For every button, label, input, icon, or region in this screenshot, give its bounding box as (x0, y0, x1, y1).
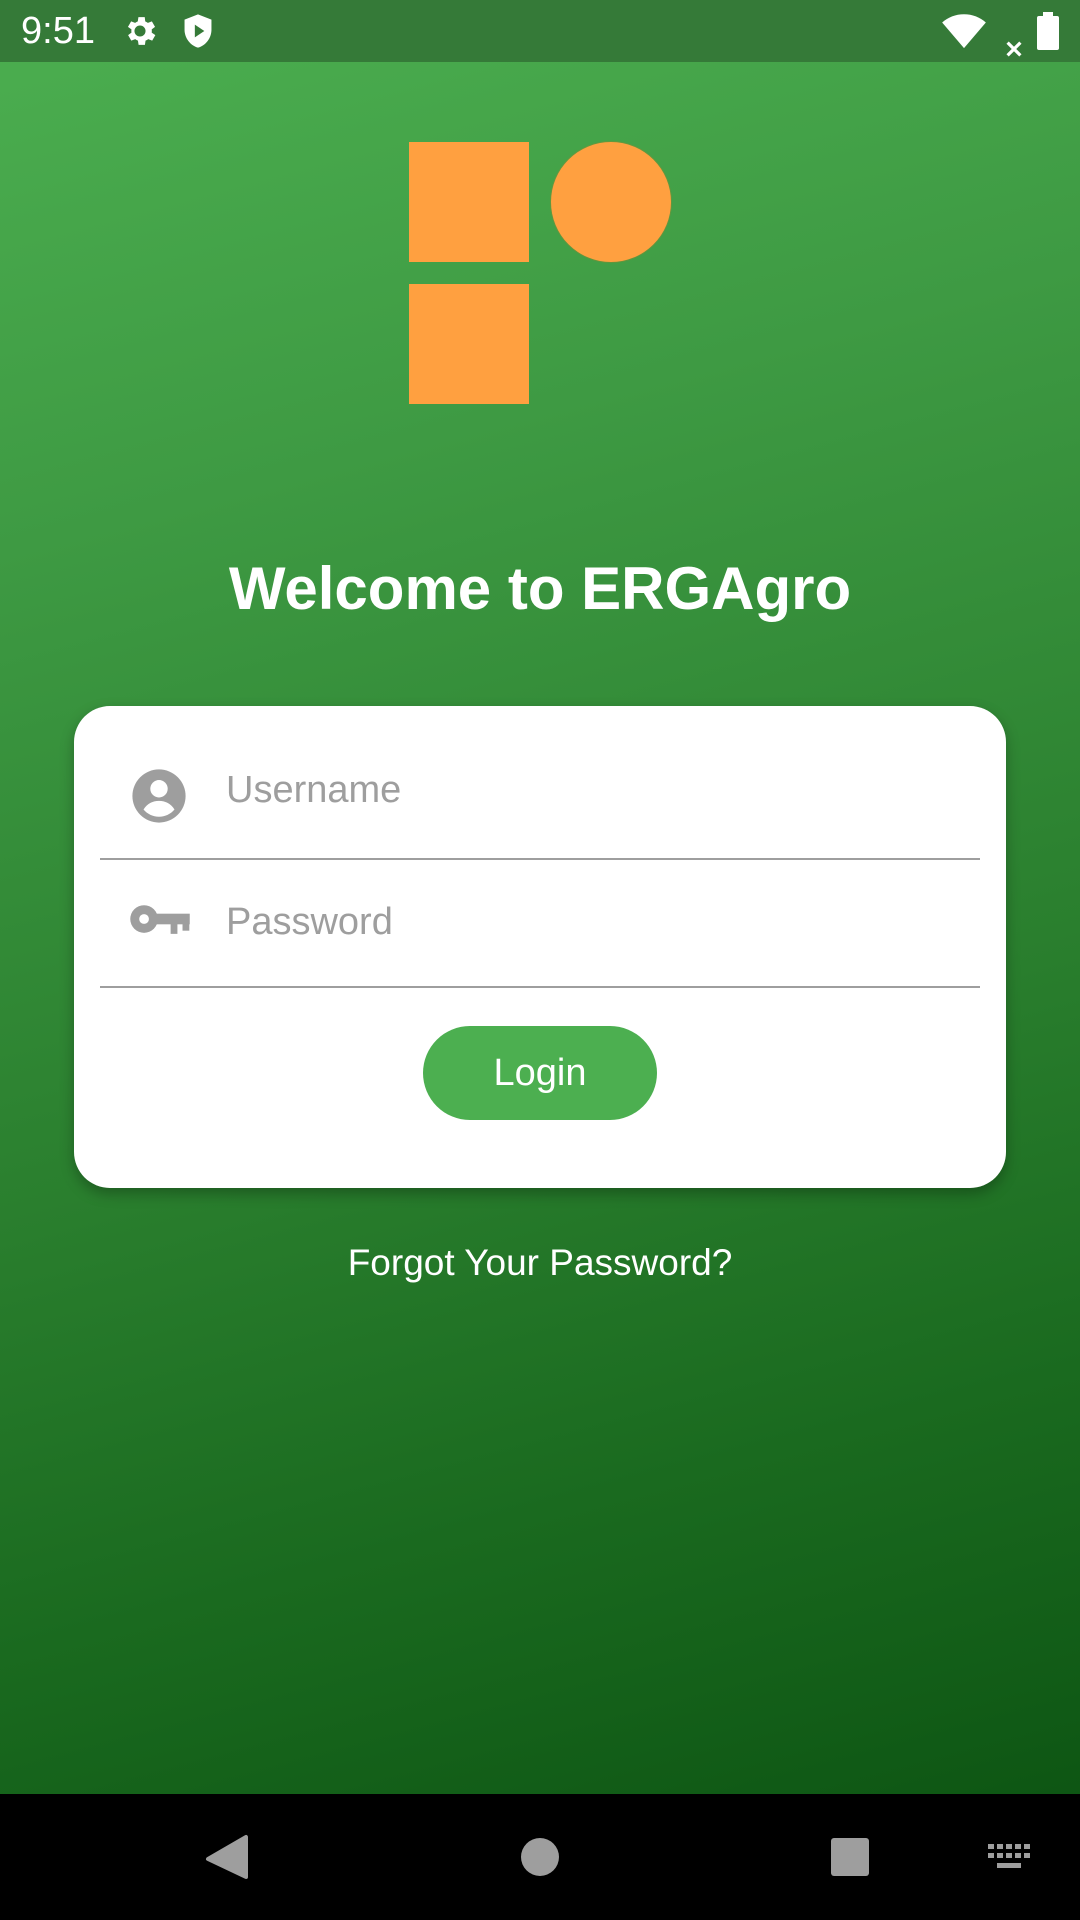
username-input[interactable] (226, 760, 946, 820)
account-circle-icon (132, 769, 186, 823)
password-input[interactable] (226, 892, 946, 952)
status-time: 9:51 (21, 10, 95, 52)
username-field (100, 706, 980, 860)
login-button[interactable]: Login (423, 1026, 657, 1120)
ergagro-logo (409, 142, 671, 404)
keyboard-icon (988, 1844, 1030, 1868)
logo-square-top (409, 142, 529, 262)
recents-icon (831, 1838, 869, 1876)
key-icon (130, 905, 190, 934)
home-icon (521, 1838, 559, 1876)
keyboard-button[interactable] (980, 1794, 1040, 1920)
password-field (100, 860, 980, 988)
shield-play-icon (184, 14, 212, 48)
login-card: Login (74, 706, 1006, 1188)
home-button[interactable] (502, 1794, 578, 1920)
no-signal-icon (1006, 41, 1022, 57)
wifi-icon (942, 14, 986, 49)
logo-square-bottom (409, 284, 529, 404)
login-screen: 9:51 Welcome to ERGAgro Username Login F… (0, 0, 1080, 1920)
forgot-password-link[interactable]: Forgot Your Password? (0, 1240, 1080, 1286)
back-button[interactable] (190, 1794, 264, 1920)
back-icon (206, 1835, 248, 1879)
battery-icon (1037, 12, 1059, 50)
logo-circle (551, 142, 671, 262)
status-bar: 9:51 (0, 0, 1080, 62)
navigation-bar (0, 1794, 1080, 1920)
welcome-title: Welcome to ERGAgro (228, 555, 852, 622)
settings-icon (127, 17, 156, 45)
recents-button[interactable] (812, 1794, 888, 1920)
